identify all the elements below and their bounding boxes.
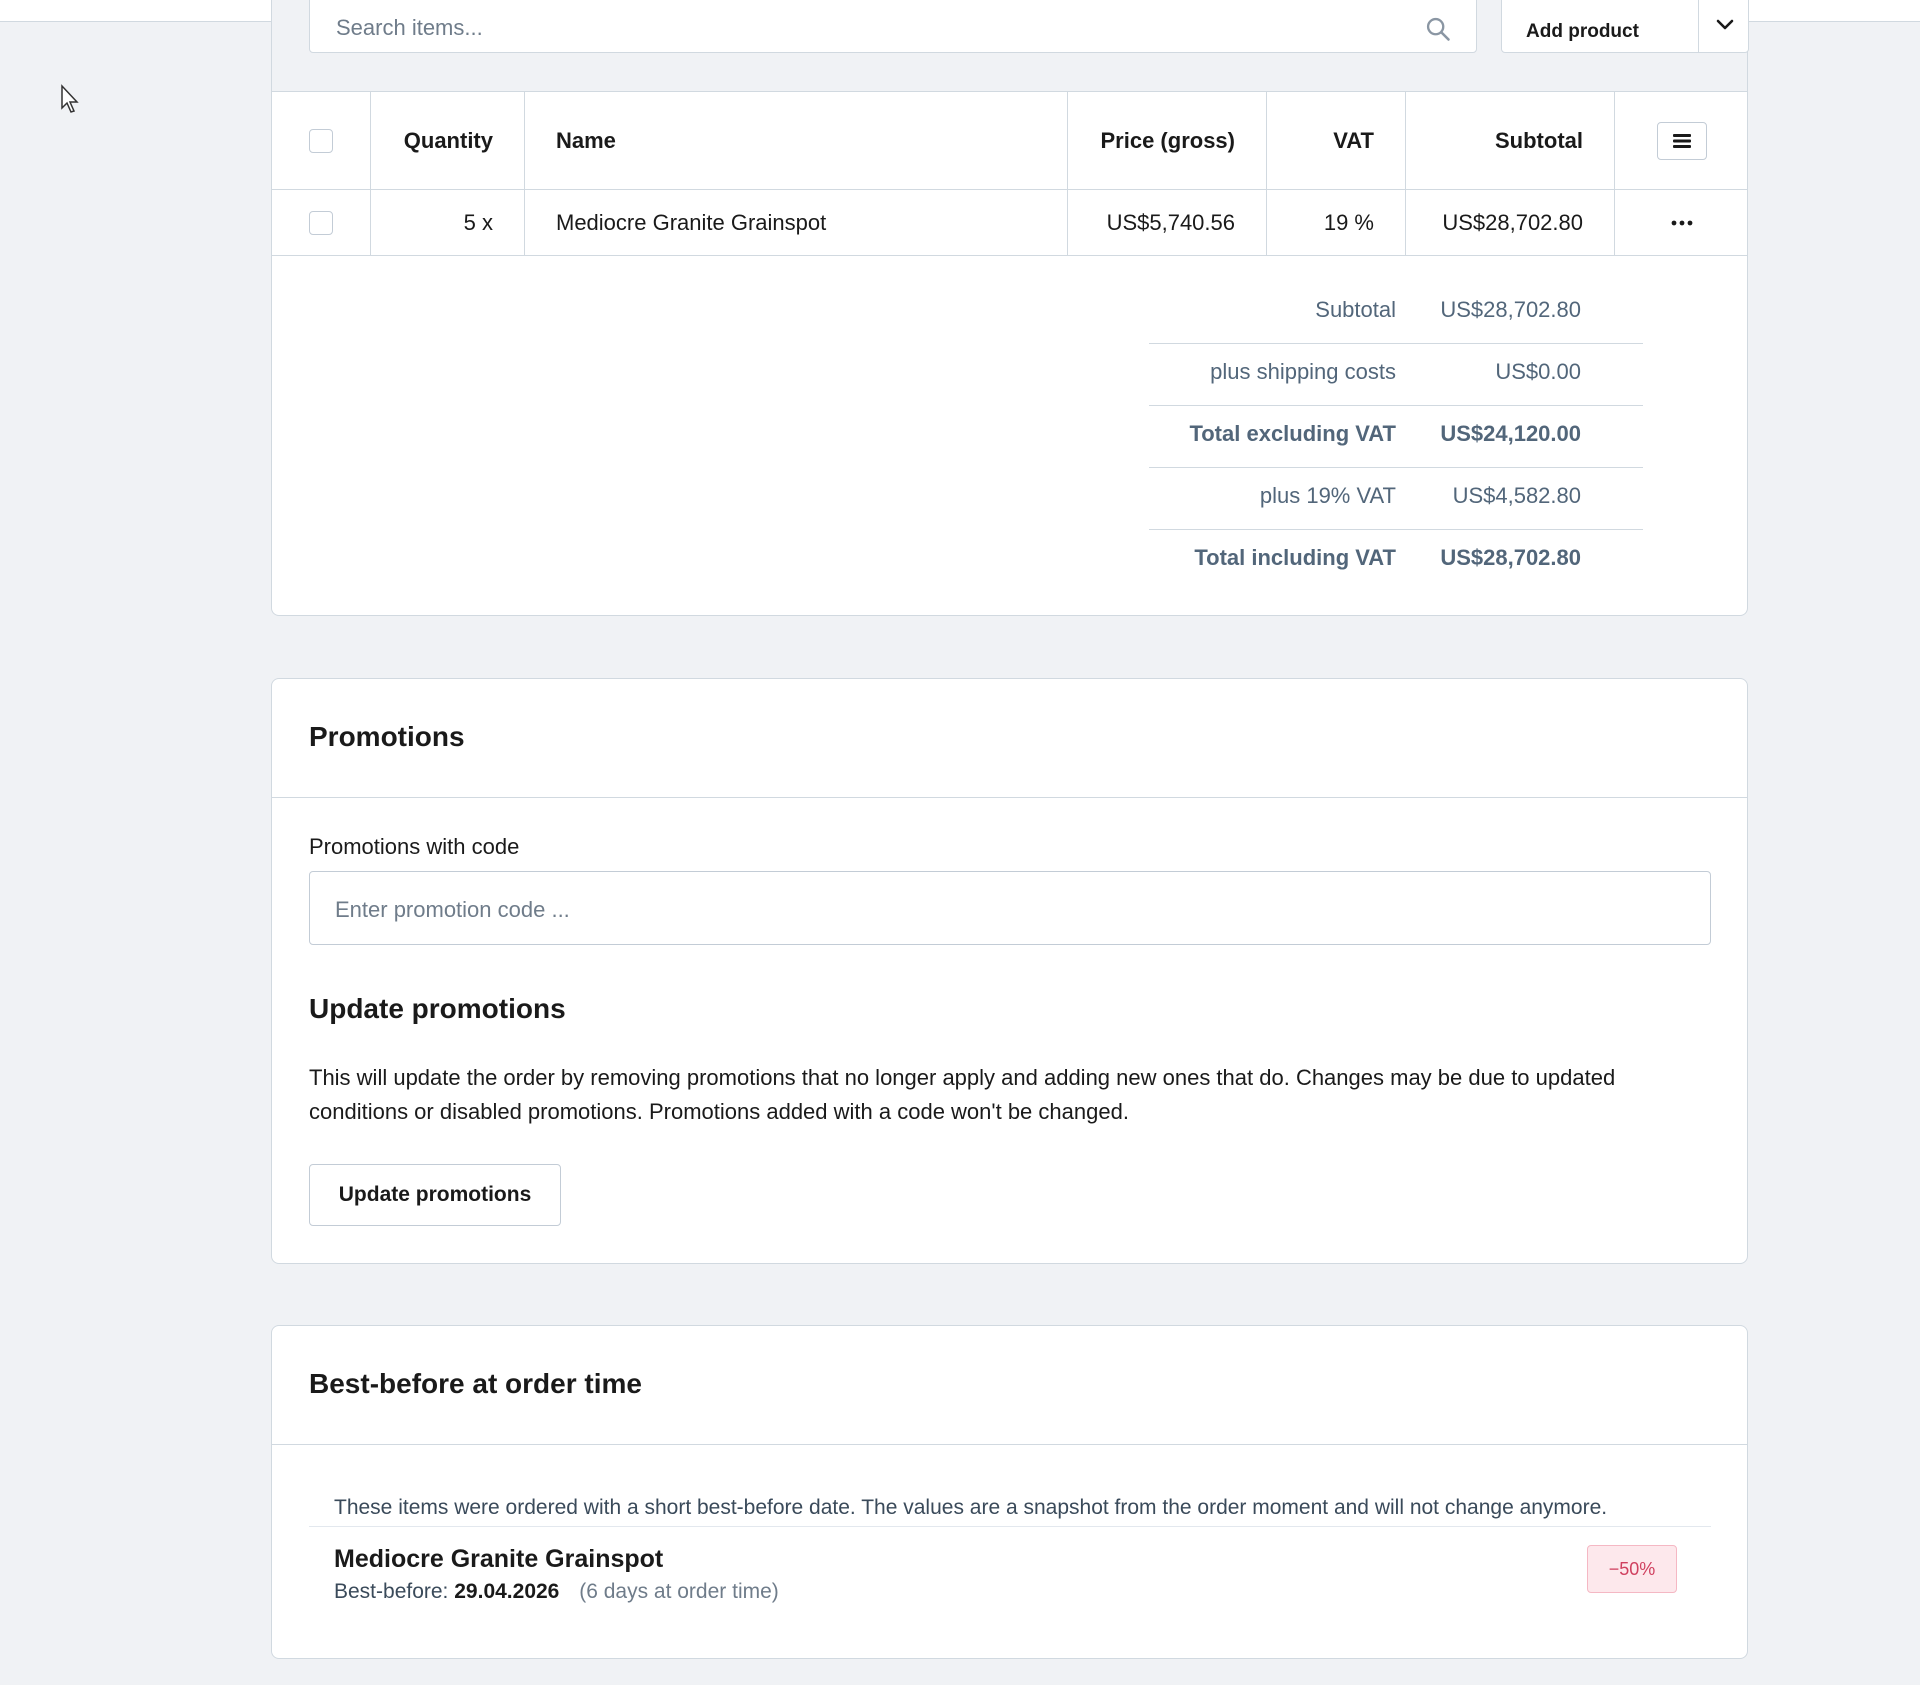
promotion-code-input[interactable]: Enter promotion code ... bbox=[309, 871, 1711, 945]
promotions-card-header: Promotions bbox=[272, 679, 1747, 798]
best-before-card: Best-before at order time These items we… bbox=[271, 1325, 1748, 1659]
row-price[interactable]: US$5,740.56 bbox=[1068, 190, 1267, 255]
best-before-card-header: Best-before at order time bbox=[272, 1326, 1747, 1445]
row-vat[interactable]: 19 % bbox=[1267, 190, 1406, 255]
divider bbox=[309, 1526, 1711, 1527]
row-actions-cell bbox=[1615, 190, 1749, 255]
best-before-days: (6 days at order time) bbox=[579, 1580, 779, 1603]
line-items-card: Search items... Add product Quantity Nam… bbox=[271, 0, 1749, 616]
summary-row: Total excluding VAT US$24,120.00 bbox=[1149, 406, 1643, 468]
header-subtotal[interactable]: Subtotal bbox=[1406, 92, 1615, 189]
update-promotions-button[interactable]: Update promotions bbox=[309, 1164, 561, 1226]
summary-label: plus shipping costs bbox=[1210, 359, 1396, 384]
best-before-date-label: Best-before: bbox=[334, 1580, 449, 1603]
header-vat[interactable]: VAT bbox=[1267, 92, 1406, 189]
hamburger-menu-icon bbox=[1673, 133, 1691, 148]
summary-value: US$0.00 bbox=[1495, 359, 1581, 384]
summary-value: US$28,702.80 bbox=[1440, 297, 1581, 322]
summary-row: plus 19% VAT US$4,582.80 bbox=[1149, 468, 1643, 530]
search-icon[interactable] bbox=[1424, 15, 1452, 43]
summary-value: US$28,702.80 bbox=[1440, 545, 1581, 570]
summary-row: Total including VAT US$28,702.80 bbox=[1149, 530, 1643, 592]
add-product-dropdown-button[interactable] bbox=[1698, 0, 1749, 53]
best-before-date-value: 29.04.2026 bbox=[454, 1580, 560, 1603]
row-checkbox-cell bbox=[272, 190, 371, 255]
promotion-code-placeholder: Enter promotion code ... bbox=[335, 897, 570, 922]
best-before-item-name: Mediocre Granite Grainspot bbox=[334, 1545, 664, 1573]
summary-label: Total including VAT bbox=[1194, 545, 1396, 570]
add-product-button[interactable]: Add product bbox=[1501, 0, 1699, 53]
order-summary: Subtotal US$28,702.80 plus shipping cost… bbox=[1149, 282, 1643, 592]
line-items-toolbar: Search items... Add product bbox=[272, 0, 1749, 92]
summary-label: Subtotal bbox=[1315, 297, 1396, 322]
row-subtotal: US$28,702.80 bbox=[1406, 190, 1615, 255]
promotions-card: Promotions Promotions with code Enter pr… bbox=[271, 678, 1748, 1264]
column-settings-button[interactable] bbox=[1657, 121, 1707, 160]
header-name[interactable]: Name bbox=[525, 92, 1068, 189]
select-all-checkbox[interactable] bbox=[309, 128, 333, 153]
row-checkbox[interactable] bbox=[309, 210, 333, 235]
row-name[interactable]: Mediocre Granite Grainspot bbox=[525, 190, 1068, 255]
summary-label: Total excluding VAT bbox=[1189, 421, 1396, 446]
more-actions-icon[interactable] bbox=[1671, 220, 1693, 226]
table-header-row: Quantity Name Price (gross) VAT Subtotal bbox=[272, 92, 1747, 190]
summary-row: plus shipping costs US$0.00 bbox=[1149, 344, 1643, 406]
row-quantity[interactable]: 5 x bbox=[371, 190, 525, 255]
search-input[interactable]: Search items... bbox=[309, 0, 1477, 53]
best-before-title: Best-before at order time bbox=[309, 1368, 642, 1399]
promotions-title: Promotions bbox=[309, 721, 465, 752]
discount-badge: −50% bbox=[1587, 1545, 1677, 1593]
summary-value: US$4,582.80 bbox=[1452, 483, 1581, 508]
search-placeholder: Search items... bbox=[336, 15, 483, 40]
chevron-down-icon bbox=[1716, 19, 1734, 30]
header-quantity[interactable]: Quantity bbox=[371, 92, 525, 189]
header-checkbox-cell bbox=[272, 92, 371, 189]
summary-value: US$24,120.00 bbox=[1440, 421, 1581, 446]
best-before-item-date: Best-before: 29.04.2026 (6 days at order… bbox=[334, 1580, 779, 1604]
table-row[interactable]: 5 x Mediocre Granite Grainspot US$5,740.… bbox=[272, 190, 1747, 256]
promotion-code-label: Promotions with code bbox=[309, 834, 520, 859]
update-promotions-title: Update promotions bbox=[309, 993, 566, 1024]
update-promotions-description: This will update the order by removing p… bbox=[309, 1065, 1616, 1124]
mouse-cursor-icon bbox=[61, 84, 79, 113]
header-price[interactable]: Price (gross) bbox=[1068, 92, 1267, 189]
summary-label: plus 19% VAT bbox=[1259, 483, 1396, 508]
best-before-note: These items were ordered with a short be… bbox=[334, 1496, 1608, 1519]
header-menu-cell bbox=[1615, 92, 1749, 189]
summary-row: Subtotal US$28,702.80 bbox=[1149, 282, 1643, 344]
